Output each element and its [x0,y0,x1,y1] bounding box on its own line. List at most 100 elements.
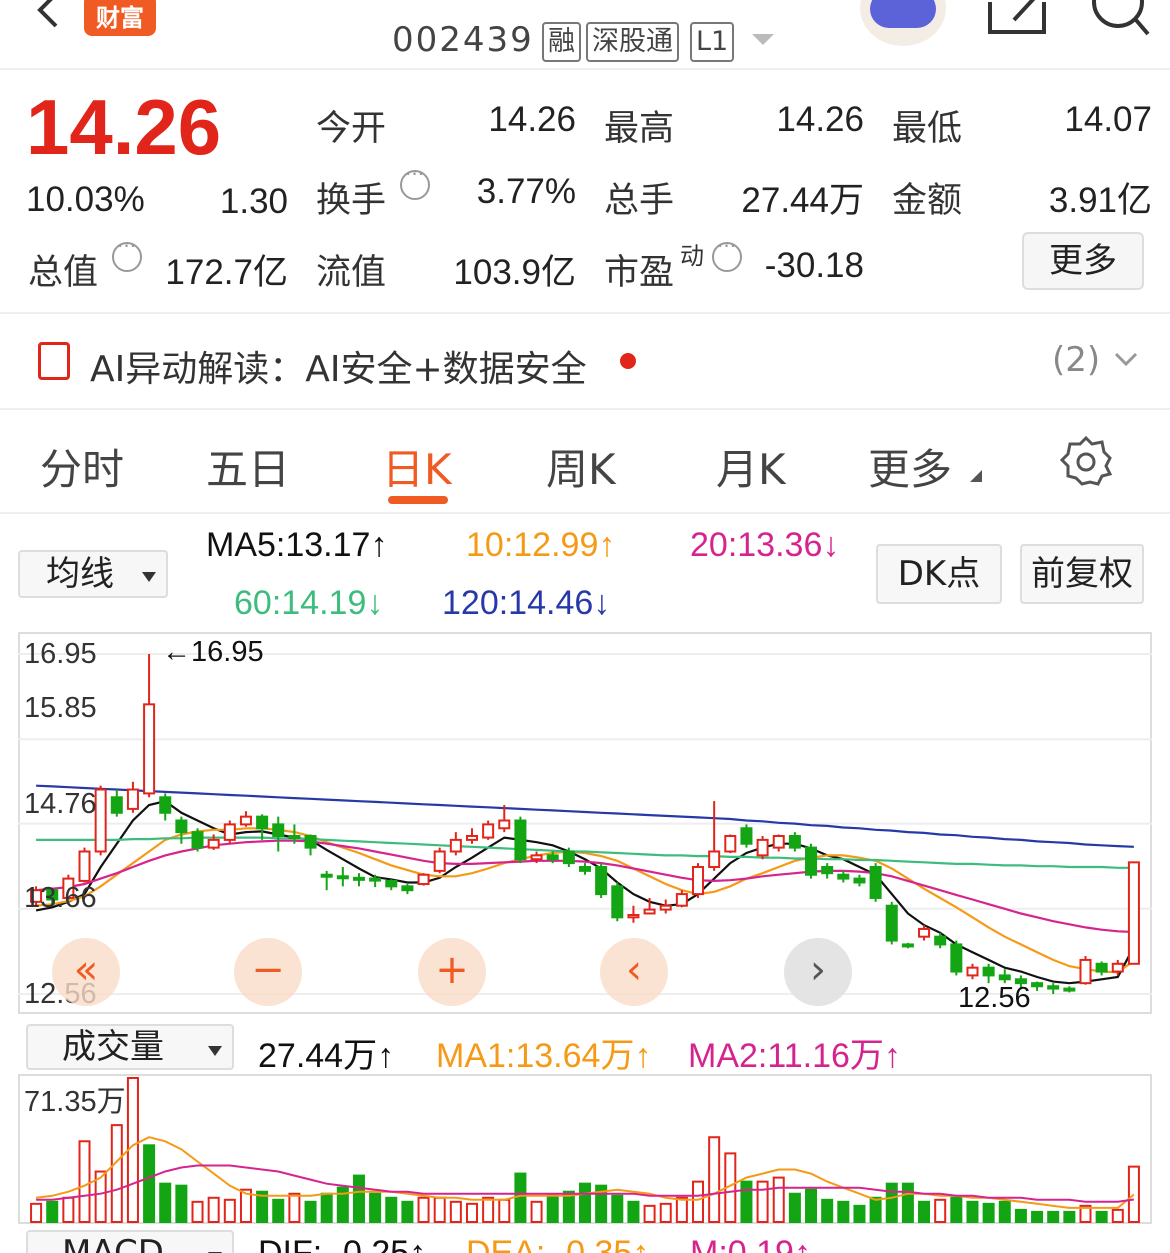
divider [0,312,1170,314]
candle-body [175,819,188,834]
volume-bar [772,1176,785,1223]
volume-label: 总手 [604,181,675,221]
macd-m-readout: M:0.19↑ [690,1234,811,1253]
kline-chart[interactable] [18,632,1152,1014]
candle-body [788,835,801,849]
candle-body [191,831,204,849]
gear-icon[interactable] [1060,436,1112,488]
tab-more[interactable]: 更多 [868,436,952,497]
candle-body [482,823,495,839]
volume-bar [1063,1210,1076,1224]
candle-body [320,873,333,878]
candle-body [1079,958,1092,985]
stock-code[interactable]: 002439 [392,20,534,60]
volume-ma1-readout: MA1:13.64万↑ [436,1037,652,1075]
volume-bar [30,1202,43,1223]
divider [0,408,1170,410]
candle-body [401,885,414,892]
more-quote-button[interactable]: 更多 [1022,232,1144,290]
volume-bar [223,1198,236,1223]
volume-bar [918,1200,931,1224]
corner-triangle-icon [970,470,982,482]
info-dots-icon[interactable] [712,234,742,272]
ma5-readout: MA5:13.17↑ [206,526,388,564]
candle-body [159,796,172,814]
volume-bar [611,1194,624,1223]
zoom-in-button[interactable]: + [418,938,486,1006]
share-icon[interactable] [986,0,1048,36]
volume-bar [756,1180,769,1223]
candle-body [1111,962,1124,973]
volume-max-label: 71.35万 [24,1086,126,1118]
macd-dif-readout: DIF: -0.25↑ [258,1234,427,1253]
info-dots-icon[interactable] [112,234,142,272]
tag-margin: 融 [542,22,581,62]
volume-bar [417,1196,430,1223]
volume-bar [1031,1210,1044,1224]
volume-bar [821,1198,834,1223]
scroll-right-button[interactable]: › [784,938,852,1006]
forward-adjust-button[interactable]: 前复权 [1020,544,1144,604]
open-value: 14.26 [488,100,576,139]
volume-bar [950,1196,963,1223]
tab-five-day[interactable]: 五日 [206,436,290,497]
volume-bar [853,1204,866,1223]
volume-bar [482,1196,495,1223]
volume-bar [288,1192,301,1223]
volume-bar [869,1196,882,1223]
volume-indicator-select[interactable]: 成交量 [26,1024,234,1070]
candle-body [1031,982,1044,988]
volume-bar [385,1196,398,1223]
scroll-to-start-button[interactable]: « [52,938,120,1006]
candle-body [837,873,850,880]
indicator-select[interactable]: 均线 [18,550,168,598]
amount-value: 3.91亿 [1048,181,1152,220]
low-marker-label: 12.56 [958,982,1031,1014]
y-tick-label: 14.76 [24,788,97,820]
ma10-readout: 10:12.99↑ [466,526,616,564]
candle-body [94,788,107,853]
tab-daily-k[interactable]: 日K [382,436,452,497]
candle-body [740,827,753,845]
tab-weekly-k[interactable]: 周K [546,436,616,497]
candle-body [772,835,785,849]
volume-readout: 27.44万↑ [258,1037,395,1075]
back-arrow-icon[interactable] [30,0,66,28]
volume-bar [578,1182,592,1223]
ai-insight-text[interactable]: AI异动解读：AI安全+数据安全 [90,340,587,392]
candle-body [627,914,640,919]
y-tick-label: 13.66 [24,882,97,914]
high-marker-label: ←16.95 [162,636,264,668]
volume-bar [110,1124,123,1224]
candle-body [256,815,269,830]
volume-bar [1111,1208,1124,1224]
candle-body [126,788,139,810]
candle-body [982,966,995,977]
divider [0,512,1170,514]
pe-label: 市盈 [604,253,675,293]
chevron-down-icon[interactable] [1114,350,1138,370]
ma120-readout: 120:14.46↓ [442,584,611,622]
tab-monthly-k[interactable]: 月K [716,436,786,497]
volume-bar [207,1196,220,1223]
volume-bar [708,1136,721,1223]
chevron-down-icon[interactable] [752,34,774,45]
search-icon[interactable] [1088,0,1152,38]
volume-chart[interactable] [18,1074,1152,1224]
robot-assistant-icon[interactable] [860,0,946,46]
macd-indicator-select[interactable]: MACD [26,1230,234,1253]
dk-point-button[interactable]: DK点 [876,544,1002,604]
y-tick-label: 16.95 [24,638,97,670]
candle-body [869,865,882,899]
top-nav-bar: 财富 002439 融 深股通 L1 [0,0,1170,70]
volume-bar [885,1182,898,1223]
ai-document-icon [38,342,70,380]
volume-bar [159,1182,172,1223]
info-dots-icon[interactable] [400,162,430,200]
zoom-out-button[interactable]: − [234,938,302,1006]
tab-intraday[interactable]: 分时 [40,436,124,497]
scroll-left-button[interactable]: ‹ [600,938,668,1006]
candle-body [692,865,705,896]
volume-bar [498,1198,511,1223]
candle-body [417,873,430,886]
